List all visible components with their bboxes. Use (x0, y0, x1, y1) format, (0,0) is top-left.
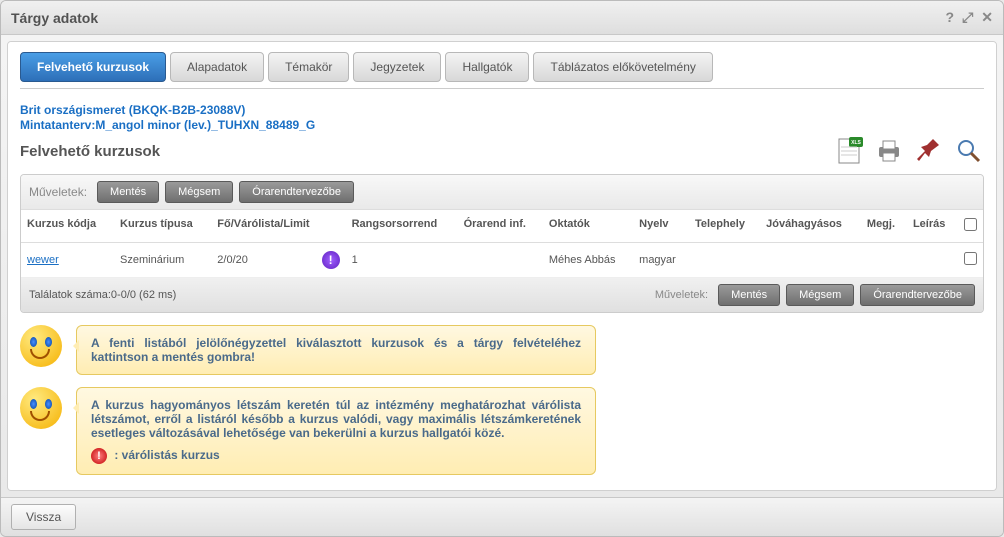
info-bubble-2: A kurzus hagyományos létszám keretén túl… (76, 387, 596, 475)
select-all-checkbox[interactable] (964, 218, 977, 231)
th-site[interactable]: Telephely (689, 210, 760, 243)
cell-teachers: Méhes Abbás (543, 243, 633, 278)
dialog-content: Felvehető kurzusok Alapadatok Témakör Je… (7, 41, 997, 491)
row-checkbox[interactable] (964, 252, 977, 265)
cell-code: wewer (21, 243, 114, 278)
smiley-icon (20, 325, 62, 367)
th-limit[interactable]: Fő/Várólista/Limit (211, 210, 315, 243)
cancel-button-bottom[interactable]: Mégsem (786, 284, 854, 306)
cell-lang: magyar (633, 243, 689, 278)
table-header-row: Kurzus kódja Kurzus típusa Fő/Várólista/… (21, 210, 983, 243)
close-icon[interactable]: ✕ (981, 9, 993, 26)
th-approval[interactable]: Jóváhagyásos (760, 210, 861, 243)
th-code[interactable]: Kurzus kódja (21, 210, 114, 243)
results-count: Találatok száma:0-0/0 (62 ms) (29, 289, 176, 301)
th-note[interactable]: Megj. (861, 210, 907, 243)
th-teachers[interactable]: Oktatók (543, 210, 633, 243)
info-box-1: A fenti listából jelölőnégyzettel kivála… (20, 325, 984, 375)
cell-site (689, 243, 760, 278)
save-button[interactable]: Mentés (97, 181, 159, 203)
pin-icon[interactable] (914, 136, 944, 166)
print-icon[interactable] (874, 136, 904, 166)
section-title: Felvehető kurzusok (20, 143, 160, 160)
search-icon[interactable] (954, 136, 984, 166)
waitlist-legend-icon: ! (91, 448, 107, 464)
th-type[interactable]: Kurzus típusa (114, 210, 211, 243)
courses-table: Kurzus kódja Kurzus típusa Fő/Várólista/… (21, 210, 983, 278)
ops-bar-bottom: Műveletek: Mentés Mégsem Órarendtervezőb… (655, 284, 975, 306)
cell-check (958, 243, 983, 278)
svg-text:XLS: XLS (851, 140, 861, 146)
expand-icon[interactable]: ⤢ (962, 9, 973, 26)
cancel-button[interactable]: Mégsem (165, 181, 233, 203)
tab-notes[interactable]: Jegyzetek (353, 52, 441, 82)
cell-desc (907, 243, 958, 278)
th-schedule[interactable]: Órarend inf. (458, 210, 543, 243)
tab-basic[interactable]: Alapadatok (170, 52, 264, 82)
cell-warn: ! (316, 243, 346, 278)
breadcrumb-line2[interactable]: Mintatanterv:M_angol minor (lev.)_TUHXN_… (20, 118, 984, 132)
ops-label: Műveletek: (29, 185, 87, 199)
th-lang[interactable]: Nyelv (633, 210, 689, 243)
save-button-bottom[interactable]: Mentés (718, 284, 780, 306)
dialog-header: Tárgy adatok ? ⤢ ✕ (1, 1, 1003, 35)
th-rank[interactable]: Rangsorsorrend (346, 210, 458, 243)
course-link[interactable]: wewer (27, 254, 59, 266)
help-icon[interactable]: ? (946, 9, 955, 26)
breadcrumb: Brit országismeret (BKQK-B2B-23088V) Min… (20, 103, 984, 132)
info-bubble-1: A fenti listából jelölőnégyzettel kivála… (76, 325, 596, 375)
tabs: Felvehető kurzusok Alapadatok Témakör Je… (20, 52, 984, 82)
toolbar-icons: XLS (834, 136, 984, 166)
planner-button[interactable]: Órarendtervezőbe (239, 181, 354, 203)
tab-courses[interactable]: Felvehető kurzusok (20, 52, 166, 82)
tab-prereq[interactable]: Táblázatos előkövetelmény (533, 52, 712, 82)
legend-row: ! : várólistás kurzus (91, 448, 581, 464)
info-box-2: A kurzus hagyományos létszám keretén túl… (20, 387, 984, 475)
table-row: wewer Szeminárium 2/0/20 ! 1 Méhes Abbás… (21, 243, 983, 278)
tab-topic[interactable]: Témakör (268, 52, 349, 82)
xls-icon[interactable]: XLS (834, 136, 864, 166)
cell-note (861, 243, 907, 278)
section-row: Felvehető kurzusok XLS (20, 136, 984, 166)
th-desc[interactable]: Leírás (907, 210, 958, 243)
th-check (958, 210, 983, 243)
cell-approval (760, 243, 861, 278)
table-container: Műveletek: Mentés Mégsem Órarendtervezőb… (20, 174, 984, 313)
dialog-controls: ? ⤢ ✕ (946, 9, 994, 26)
bottom-bar: Vissza (1, 497, 1003, 536)
cell-type: Szeminárium (114, 243, 211, 278)
separator (20, 88, 984, 89)
legend-waitlist-label: : várólistás kurzus (114, 448, 219, 462)
smiley-icon (20, 387, 62, 429)
cell-limit: 2/0/20 (211, 243, 315, 278)
planner-button-bottom[interactable]: Órarendtervezőbe (860, 284, 975, 306)
ops-label-bottom: Műveletek: (655, 289, 708, 301)
info2-text: A kurzus hagyományos létszám keretén túl… (91, 398, 581, 440)
warning-icon[interactable]: ! (322, 251, 340, 269)
back-button[interactable]: Vissza (11, 504, 76, 530)
table-footer: Találatok száma:0-0/0 (62 ms) Műveletek:… (21, 278, 983, 312)
breadcrumb-line1[interactable]: Brit országismeret (BKQK-B2B-23088V) (20, 103, 984, 117)
tab-students[interactable]: Hallgatók (445, 52, 529, 82)
dialog-window: Tárgy adatok ? ⤢ ✕ Felvehető kurzusok Al… (0, 0, 1004, 537)
ops-bar-top: Műveletek: Mentés Mégsem Órarendtervezőb… (21, 175, 983, 210)
cell-schedule (458, 243, 543, 278)
th-warn (316, 210, 346, 243)
cell-rank: 1 (346, 243, 458, 278)
dialog-title: Tárgy adatok (11, 10, 946, 26)
